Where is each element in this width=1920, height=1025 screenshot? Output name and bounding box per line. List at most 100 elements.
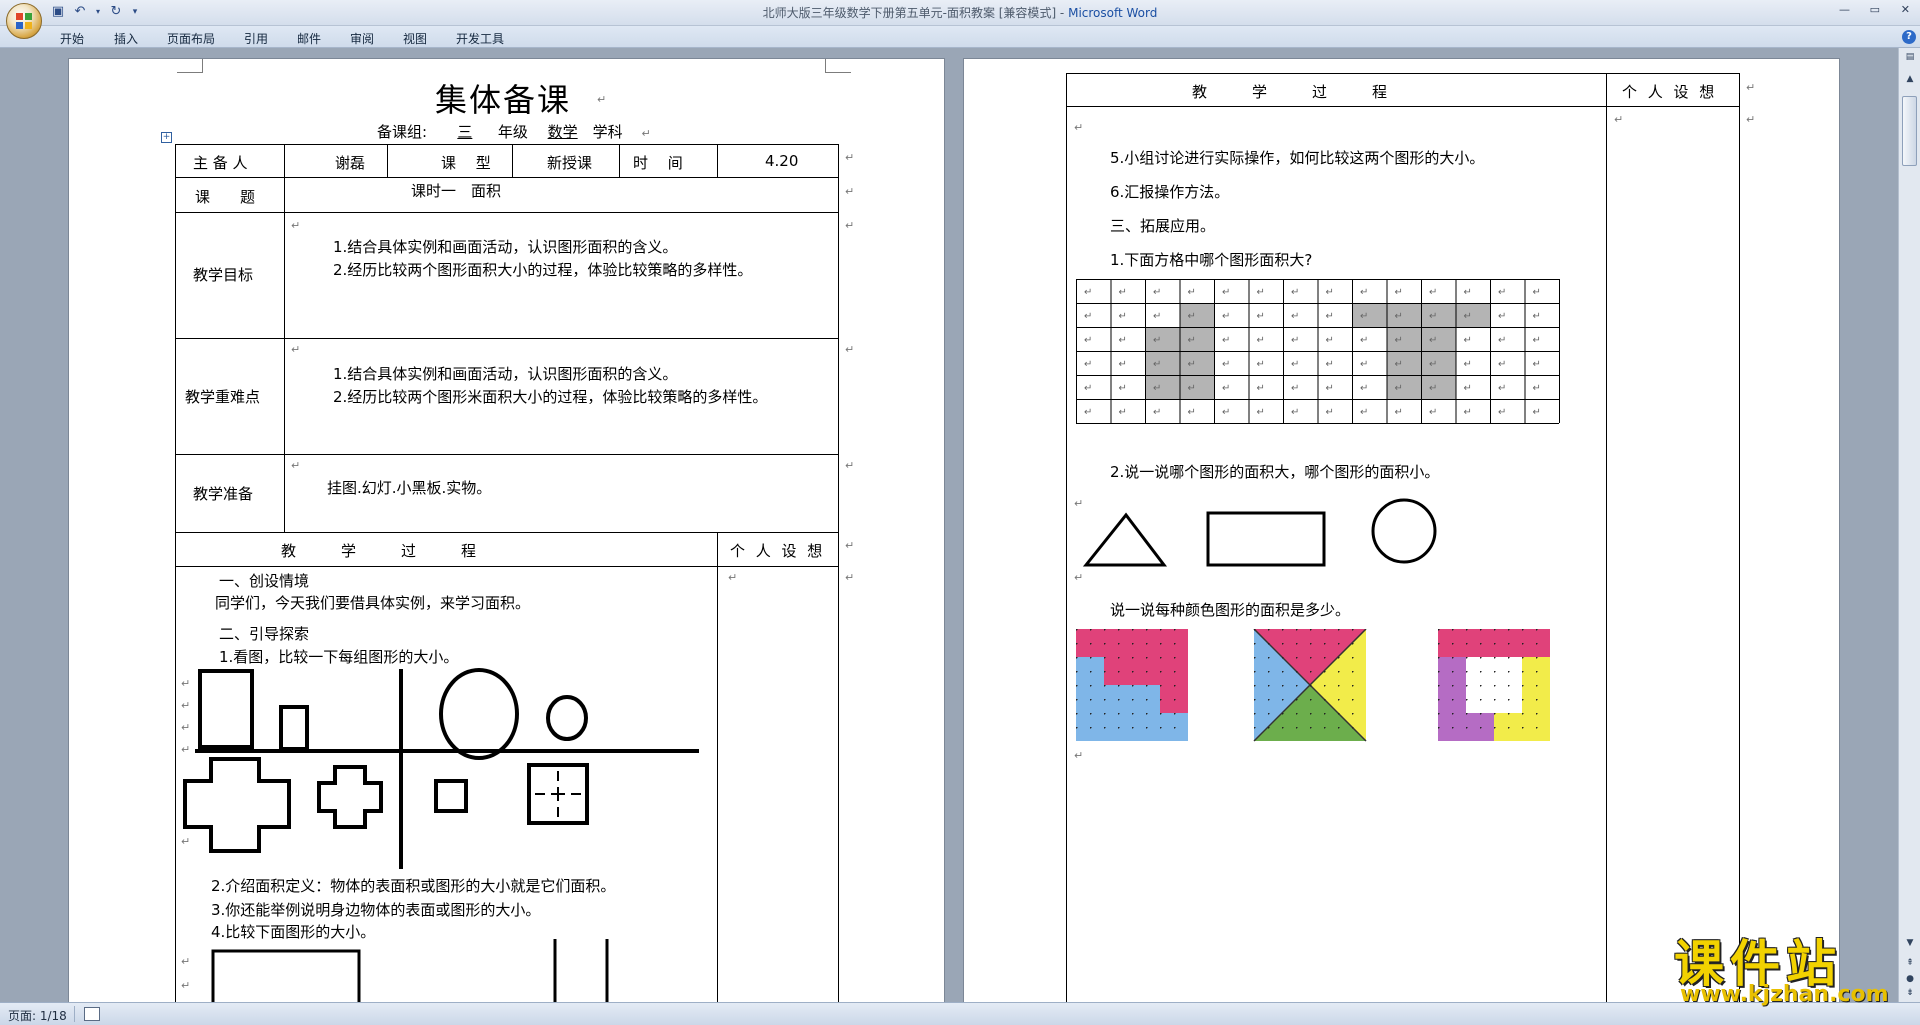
cell-paragraph-mark: ↵: [1222, 311, 1230, 322]
small-rectangle: [279, 705, 309, 751]
cell-paragraph-mark: ↵: [1257, 311, 1265, 322]
crop-mark: [177, 59, 203, 73]
cell-paragraph-mark: ↵: [1153, 287, 1161, 298]
cell-paragraph-mark: ↵: [1222, 407, 1230, 418]
cell-paragraph-mark: ↵: [1153, 311, 1161, 322]
minimize-icon[interactable]: —: [1839, 3, 1850, 16]
cell-paragraph-mark: ↵: [1533, 335, 1541, 346]
process-header: 教 学 过 程: [1192, 83, 1388, 101]
close-icon[interactable]: ✕: [1901, 3, 1910, 16]
cell-paragraph-mark: ↵: [1464, 383, 1472, 394]
cell-paragraph-mark: ↵: [1291, 311, 1299, 322]
watermark-url: www.kjzhan.com: [1680, 982, 1889, 1007]
pink-blue-square: [1076, 629, 1188, 741]
tab-review[interactable]: 审阅: [350, 30, 374, 47]
tab-references[interactable]: 引用: [244, 30, 268, 47]
cell-paragraph-mark: ↵: [1084, 287, 1092, 298]
cell-paragraph-mark: ↵: [1188, 359, 1196, 370]
app-name: Microsoft Word: [1068, 6, 1158, 20]
cell-paragraph-mark: ↵: [1326, 287, 1334, 298]
cell-paragraph-mark: ↵: [1395, 407, 1403, 418]
status-bar: 页面: 1/18: [0, 1002, 1920, 1025]
cell-paragraph-mark: ↵: [1498, 335, 1506, 346]
cell-paragraph-mark: ↵: [1464, 287, 1472, 298]
cell-paragraph-mark: ↵: [1153, 383, 1161, 394]
document-title: 北师大版三年级数学下册第五单元-面积教案 [兼容模式] -: [762, 6, 1069, 20]
lead-label: 主 备 人: [193, 154, 248, 172]
process-header: 教 学 过 程: [281, 542, 477, 560]
cell-paragraph-mark: ↵: [1326, 359, 1334, 370]
type-label: 课 型: [441, 154, 491, 172]
shapes-figure: [1082, 498, 1437, 567]
scroll-thumb[interactable]: [1902, 96, 1917, 166]
time-value: 4.20: [765, 152, 799, 170]
area-grid-figure: ↵ ↵ ↵ ↵ ↵ ↵ ↵ ↵ ↵ ↵ ↵ ↵ ↵ ↵ ↵ ↵ ↵ ↵ ↵ ↵ ↵ ↵ ↵ ↵ ↵ ↵ ↵ ↵ ↵ ↵ ↵ ↵ ↵ ↵ ↵ ↵ ↵ ↵ ↵ ↵…: [1076, 279, 1560, 424]
cell-paragraph-mark: ↵: [1326, 407, 1334, 418]
help-icon[interactable]: ?: [1902, 30, 1916, 44]
cell-paragraph-mark: ↵: [1395, 287, 1403, 298]
office-logo-icon: [16, 13, 33, 30]
cell-paragraph-mark: ↵: [1084, 311, 1092, 322]
ruler-toggle-icon[interactable]: ▤: [1903, 52, 1917, 62]
cell-paragraph-mark: ↵: [1084, 359, 1092, 370]
cell-paragraph-mark: ↵: [1291, 383, 1299, 394]
cell-paragraph-mark: ↵: [1498, 311, 1506, 322]
cell-paragraph-mark: ↵: [1257, 383, 1265, 394]
lead-value: 谢磊: [335, 154, 366, 172]
page-number-status[interactable]: 页面: 1/18: [8, 1007, 67, 1024]
cell-paragraph-mark: ↵: [1429, 311, 1437, 322]
cell-paragraph-mark: ↵: [1291, 407, 1299, 418]
process-line: 一、创设情境: [219, 572, 310, 590]
tab-insert[interactable]: 插入: [114, 30, 138, 47]
cell-paragraph-mark: ↵: [1119, 359, 1127, 370]
window-title: 北师大版三年级数学下册第五单元-面积教案 [兼容模式] - Microsoft …: [0, 4, 1920, 21]
cell-paragraph-mark: ↵: [1188, 383, 1196, 394]
shaded-cell: [1421, 375, 1456, 399]
shaded-cell: [1145, 351, 1180, 375]
office-button[interactable]: [6, 3, 42, 39]
cell-paragraph-mark: ↵: [1257, 407, 1265, 418]
document-page-2[interactable]: 教 学 过 程 个 人 设 想 ↵ ↵ ↵ ↵ 5.小组讨论进行实际操作，如何比…: [963, 58, 1840, 1002]
tab-mailings[interactable]: 邮件: [297, 30, 321, 47]
cell-paragraph-mark: ↵: [1429, 359, 1437, 370]
crop-mark: [825, 59, 851, 73]
shaded-cell: [1455, 303, 1490, 327]
shaded-cell: [1179, 327, 1214, 351]
cell-paragraph-mark: ↵: [1119, 311, 1127, 322]
cell-paragraph-mark: ↵: [1119, 407, 1127, 418]
shaded-cell: [1179, 351, 1214, 375]
tab-page-layout[interactable]: 页面布局: [167, 30, 215, 47]
tab-developer[interactable]: 开发工具: [456, 30, 504, 47]
process-line: 二、引导探索: [219, 625, 310, 643]
cell-paragraph-mark: ↵: [1395, 359, 1403, 370]
shaded-cell: [1386, 327, 1421, 351]
cell-paragraph-mark: ↵: [1533, 407, 1541, 418]
large-cross: [183, 757, 291, 853]
cell-paragraph-mark: ↵: [1153, 359, 1161, 370]
notes-header: 个 人 设 想: [730, 542, 826, 560]
notes-header: 个 人 设 想: [1622, 83, 1718, 101]
process-line: 6.汇报操作方法。: [1110, 183, 1230, 201]
cell-paragraph-mark: ↵: [1498, 287, 1506, 298]
maximize-icon[interactable]: ▭: [1870, 3, 1880, 16]
page-heading: 集体备课: [435, 81, 572, 119]
frame-square: [1438, 629, 1550, 741]
proofing-icon[interactable]: [84, 1007, 100, 1021]
document-page-1[interactable]: 集体备课 ↵ 备课组: 三年级 数学 学科 ↵ + 主 备 人 谢磊 课 型 新授…: [68, 58, 945, 1002]
process-line: 1.下面方格中哪个图形面积大?: [1110, 251, 1313, 269]
tab-home[interactable]: 开始: [60, 30, 84, 47]
shaded-cell: [1179, 303, 1214, 327]
scroll-up-icon[interactable]: ▲: [1903, 74, 1917, 84]
shaded-cell: [1386, 375, 1421, 399]
tab-view[interactable]: 视图: [403, 30, 427, 47]
cell-paragraph-mark: ↵: [1360, 311, 1368, 322]
time-label: 时 间: [633, 154, 683, 172]
cell-paragraph-mark: ↵: [1326, 335, 1334, 346]
shaded-cell: [1386, 303, 1421, 327]
prep-value: 挂图.幻灯.小黑板.实物。: [327, 479, 492, 497]
table-move-handle-icon[interactable]: +: [161, 132, 172, 143]
process-line: 三、拓展应用。: [1110, 217, 1216, 235]
shaded-cell: [1421, 303, 1456, 327]
cell-paragraph-mark: ↵: [1360, 383, 1368, 394]
vertical-scrollbar[interactable]: ▤ ▲ ▼ ⇞ ● ⇟: [1898, 48, 1920, 1002]
